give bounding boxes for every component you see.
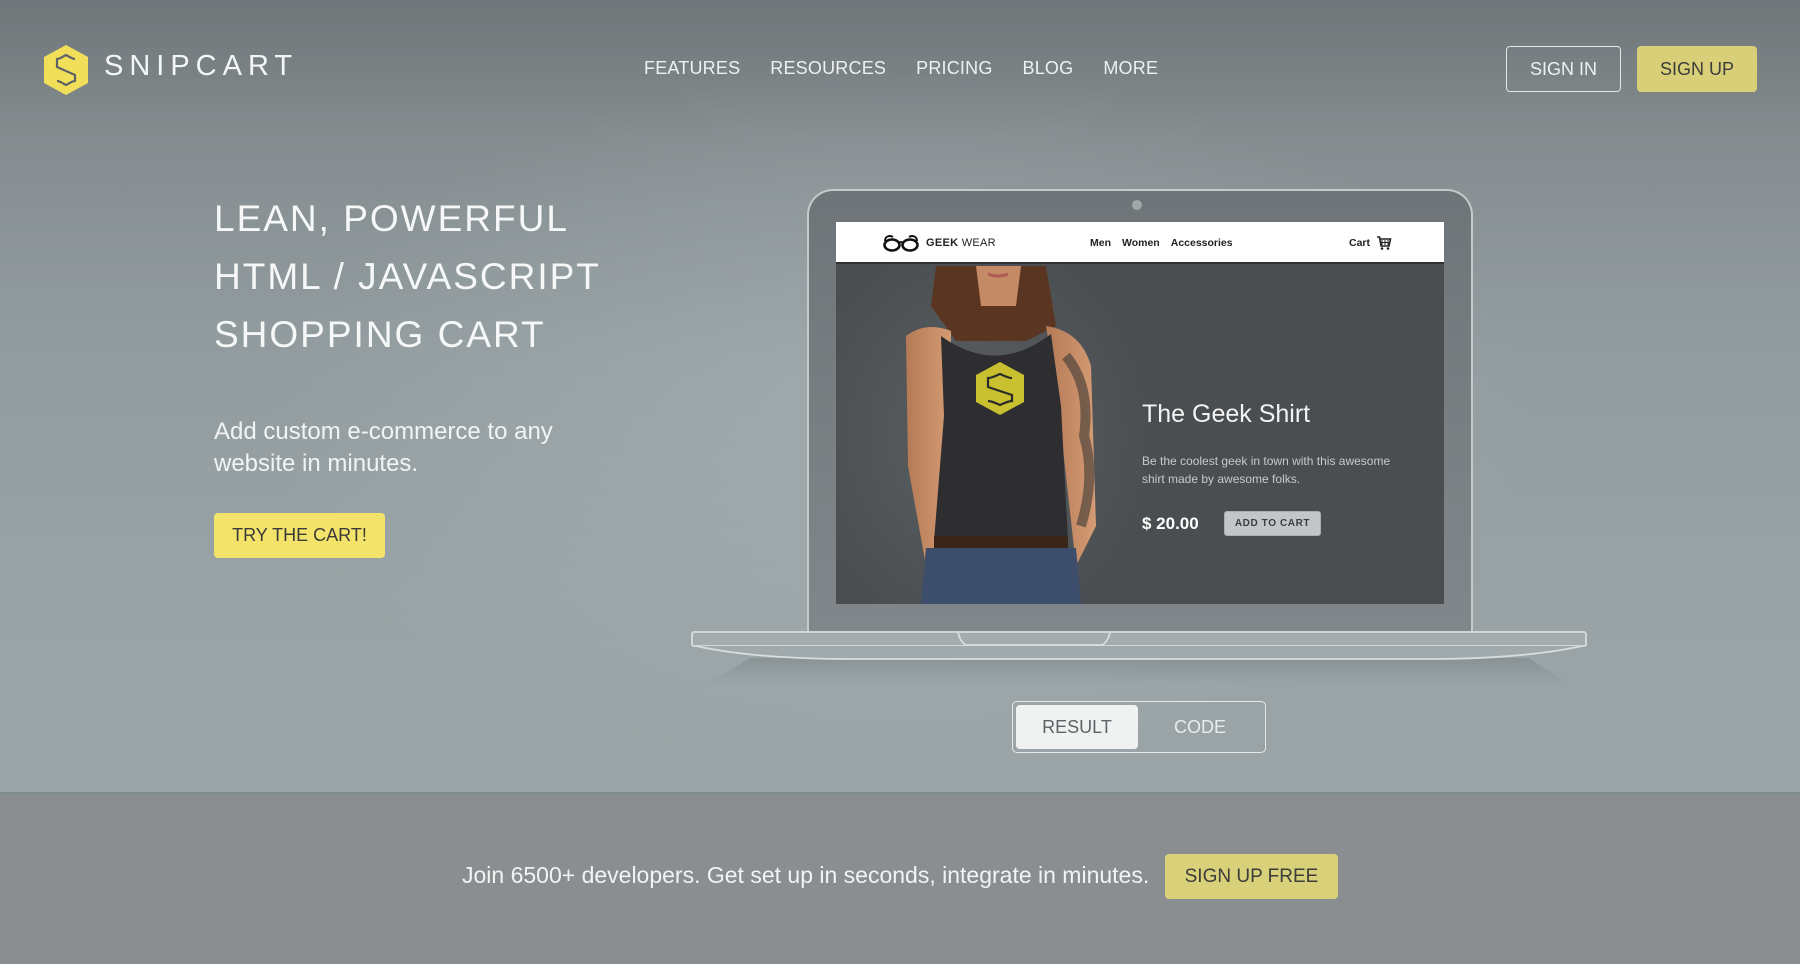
- product-description: Be the coolest geek in town with this aw…: [1142, 454, 1391, 486]
- cta-text: Join 6500+ developers. Get set up in sec…: [462, 862, 1150, 888]
- demo-link-women[interactable]: Women: [1122, 237, 1160, 249]
- product-price: $ 20.00: [1142, 514, 1199, 533]
- add-to-cart-button[interactable]: ADD TO CART: [1224, 511, 1321, 536]
- demo-cart-link[interactable]: Cart: [1349, 235, 1392, 251]
- sign-up-button[interactable]: SIGN UP: [1637, 46, 1757, 92]
- toggle-code[interactable]: CODE: [1138, 705, 1262, 749]
- hero-subline: Add custom e-commerce to any website in …: [214, 418, 553, 477]
- demo-screen: GEEK WEAR Men Women Accessories Cart The…: [836, 222, 1444, 604]
- shopping-cart-icon: [1377, 236, 1392, 250]
- demo-site-nav: GEEK WEAR Men Women Accessories Cart: [836, 222, 1444, 264]
- demo-cart-label: Cart: [1349, 237, 1371, 249]
- nav-features[interactable]: FEATURES: [644, 58, 740, 79]
- toggle-result[interactable]: RESULT: [1016, 705, 1138, 749]
- laptop-base: [691, 631, 1587, 684]
- nav-blog[interactable]: BLOG: [1023, 58, 1074, 79]
- demo-link-accessories[interactable]: Accessories: [1171, 237, 1233, 249]
- headline-line: HTML / JAVASCRIPT: [214, 256, 601, 297]
- demo-product-hero: The Geek Shirt Be the coolest geek in to…: [836, 266, 1444, 604]
- headline-line: LEAN, POWERFUL: [214, 198, 569, 239]
- model-photo: [906, 266, 1096, 604]
- sign-up-free-button[interactable]: SIGN UP FREE: [1165, 854, 1338, 899]
- nav-resources[interactable]: RESOURCES: [770, 58, 886, 79]
- demo-brand-bold: GEEK: [926, 237, 959, 249]
- try-the-cart-button[interactable]: TRY THE CART!: [214, 513, 385, 558]
- demo-site-links: Men Women Accessories: [1090, 237, 1233, 249]
- demo-link-men[interactable]: Men: [1090, 237, 1111, 249]
- snipcart-logo-icon[interactable]: [42, 44, 90, 96]
- glasses-icon: [883, 235, 919, 252]
- main-nav: FEATURES RESOURCES PRICING BLOG MORE: [644, 58, 1188, 79]
- laptop-camera: [1132, 200, 1142, 210]
- demo-brand-rest: WEAR: [958, 237, 996, 249]
- brand-name[interactable]: SNIPCART: [104, 50, 298, 83]
- nav-pricing[interactable]: PRICING: [916, 58, 992, 79]
- product-title: The Geek Shirt: [1142, 400, 1311, 428]
- nav-more[interactable]: MORE: [1103, 58, 1158, 79]
- sign-in-button[interactable]: SIGN IN: [1506, 46, 1621, 92]
- demo-site-brand[interactable]: GEEK WEAR: [926, 237, 996, 249]
- result-code-toggle: RESULT CODE: [1012, 701, 1266, 753]
- hero-headline: LEAN, POWERFUL HTML / JAVASCRIPT SHOPPIN…: [214, 190, 601, 364]
- headline-line: SHOPPING CART: [214, 314, 546, 355]
